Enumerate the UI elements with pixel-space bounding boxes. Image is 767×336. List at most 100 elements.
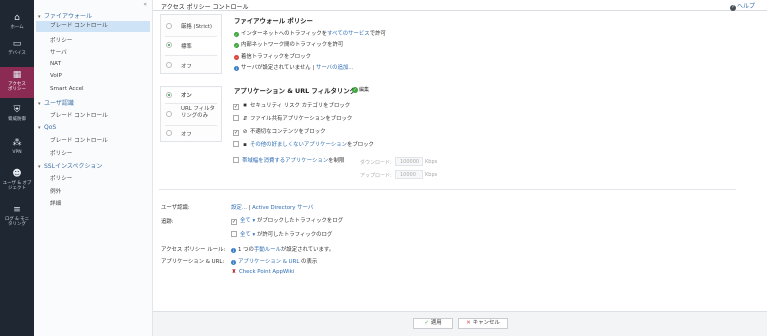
tree-item-ssl-advanced[interactable]: 詳細 xyxy=(50,199,61,207)
firewall-option-standard[interactable]: 標準 xyxy=(161,37,221,54)
manual-rules-link[interactable]: 手動ルール xyxy=(254,247,281,253)
firewall-rule-internal: ✓ 内部ネットワーク間のトラフィックを許可 xyxy=(234,40,343,48)
app-url-link[interactable]: アプリケーション & URL xyxy=(238,259,299,265)
divider xyxy=(159,189,736,190)
appurl-item-bandwidth[interactable]: 帯域幅を消費するアプリケーションを制限 xyxy=(233,156,344,164)
checkbox[interactable] xyxy=(233,115,239,121)
checkbox[interactable] xyxy=(233,157,239,163)
radio[interactable] xyxy=(166,23,172,29)
appurl-item-file-sharing[interactable]: ⇵ ファイル共有アプリケーションをブロック xyxy=(233,114,352,122)
firewall-rule-servers: i サーバが設定されていません | サーバの追加... xyxy=(234,63,353,71)
appurl-item-label: をブロック xyxy=(346,142,374,148)
tree-item-servers[interactable]: サーバ xyxy=(50,48,67,56)
tree-item-ssl-policy[interactable]: ポリシー xyxy=(50,174,72,182)
tracking-blocked[interactable]: ✓ 全て ▾ がブロックしたトラフィックをログ xyxy=(231,216,343,225)
rail-item-devices[interactable]: ▭ デバイス xyxy=(0,40,34,64)
other-apps-link[interactable]: その他の好ましくないアプリケーション xyxy=(250,142,347,148)
rail-item-access-policy[interactable]: ▦ アクセス ポリシー xyxy=(0,67,34,98)
app-url-value: i アプリケーション & URL の表示 xyxy=(231,257,317,265)
appwiki-link[interactable]: Check Point AppWiki xyxy=(239,269,294,275)
appurl-option-on[interactable]: オン xyxy=(161,88,221,102)
upload-unit: Kbps xyxy=(425,172,438,178)
dropdown-value: 全て xyxy=(240,232,251,238)
help-link[interactable]: ? ヘルプ xyxy=(729,1,755,11)
rail-label-logs: ログ & モニタリング xyxy=(4,217,30,227)
tree-nav: « ▾ ファイアウォール ブレード コントロール ポリシー サーバ NAT VoI… xyxy=(34,0,153,336)
rule-text: 内部ネットワーク間のトラフィックを許可 xyxy=(241,42,344,48)
home-icon: ⌂ xyxy=(14,13,20,23)
edit-label: 編集 xyxy=(359,87,370,93)
device-icon: ▭ xyxy=(12,39,22,49)
allow-icon: ✓ xyxy=(234,31,239,37)
tracking-label: 追跡: xyxy=(161,219,174,225)
tree-item-nat[interactable]: NAT xyxy=(50,61,61,67)
appurl-option-label: URL フィルタリングのみ xyxy=(181,106,215,119)
appurl-item-security-risk[interactable]: ✓ ✸ セキュリティ リスク カテゴリをブロック xyxy=(233,101,350,110)
checkbox-checked[interactable]: ✓ xyxy=(233,104,239,110)
rail-label-devices: デバイス xyxy=(8,51,26,56)
rail-item-vpn[interactable]: ⁂ VPN xyxy=(0,139,34,159)
rail-item-users[interactable]: ☻ ユーザ & オブジェクト xyxy=(0,170,34,194)
tree-item-ssl-exceptions[interactable]: 例外 xyxy=(50,187,61,195)
collapse-icon[interactable]: « xyxy=(143,1,147,8)
rules-value: i1 つの手動ルールが設定されています。 xyxy=(231,245,334,253)
rules-label: アクセス ポリシー ルール: xyxy=(161,247,226,253)
tree-group-user-awareness[interactable]: ▾ ユーザ認識 xyxy=(38,98,74,107)
rules-text: 1 つの xyxy=(238,247,254,253)
firewall-option-strict[interactable]: 厳格 (Strict) xyxy=(161,18,221,33)
user-config-link[interactable]: 設定... xyxy=(231,205,247,211)
appurl-item-inappropriate[interactable]: ✓ ⊘ 不適切なコンテンツをブロック xyxy=(233,127,325,136)
firewall-mode-group: 厳格 (Strict) 標準 オフ xyxy=(160,14,222,74)
appurl-mode-group: オン URL フィルタリングのみ オフ xyxy=(160,86,222,142)
appurl-option-url-only[interactable]: URL フィルタリングのみ xyxy=(161,104,221,124)
tree-item-qos-policy[interactable]: ポリシー xyxy=(50,149,72,157)
user-awareness-value: 設定... | Active Directory サーバ xyxy=(231,203,313,211)
tree-item-qos-blade-control[interactable]: ブレード コントロール xyxy=(50,136,108,144)
tree-item-user-blade-control[interactable]: ブレード コントロール xyxy=(50,111,108,119)
firewall-option-label: オフ xyxy=(181,64,192,70)
all-services-link[interactable]: すべてのサービス xyxy=(327,31,370,37)
appurl-item-label: 不適切なコンテンツをブロック xyxy=(250,129,326,135)
download-input[interactable]: 100000 xyxy=(395,157,423,166)
radio[interactable] xyxy=(166,111,172,117)
checkbox[interactable] xyxy=(233,141,239,147)
rail-item-threat[interactable]: ⛨ 脅威防御 xyxy=(0,106,34,128)
radio[interactable] xyxy=(166,62,172,68)
cancel-button[interactable]: ✕ キャンセル xyxy=(458,318,508,329)
tree-group-ssl[interactable]: ▾ SSLインスペクション xyxy=(38,161,102,170)
radio-selected[interactable] xyxy=(166,92,172,98)
block-icon: – xyxy=(234,54,239,60)
ad-server-link[interactable]: Active Directory サーバ xyxy=(252,205,313,211)
checkbox-checked[interactable]: ✓ xyxy=(233,130,239,136)
rail-item-logs[interactable]: ≡ ログ & モニタリング xyxy=(0,206,34,230)
tree-item-smart-accel[interactable]: Smart Accel xyxy=(50,86,84,92)
firewall-option-off[interactable]: オフ xyxy=(161,57,221,72)
edit-button[interactable]: ✓ 編集 xyxy=(352,86,369,93)
appurl-item-other[interactable]: ▪ その他の好ましくないアプリケーションをブロック xyxy=(233,140,374,148)
tree-group-qos[interactable]: ▾ QoS xyxy=(38,124,56,131)
bandwidth-apps-link[interactable]: 帯域幅を消費するアプリケーション xyxy=(242,158,328,164)
tree-item-blade-control[interactable]: ブレード コントロール xyxy=(36,21,150,32)
checkbox[interactable] xyxy=(231,231,237,237)
checkbox-checked[interactable]: ✓ xyxy=(231,219,237,225)
inappropriate-icon: ⊘ xyxy=(242,129,248,135)
info-icon: i xyxy=(231,259,236,265)
info-icon: i xyxy=(231,247,236,253)
track-blocked-dropdown[interactable]: 全て ▾ xyxy=(240,218,255,224)
tree-item-voip[interactable]: VoIP xyxy=(50,73,62,79)
tree-item-policy[interactable]: ポリシー xyxy=(50,36,72,44)
tracking-allowed[interactable]: 全て ▾ が許可したトラフィックのログ xyxy=(231,230,332,238)
rail-label-threat: 脅威防御 xyxy=(8,117,26,122)
apply-button[interactable]: ✓ 適用 xyxy=(413,318,453,329)
add-server-link[interactable]: サーバの追加... xyxy=(316,65,353,71)
rail-label-access-policy: アクセス ポリシー xyxy=(8,82,26,92)
rail-item-home[interactable]: ⌂ ホーム xyxy=(0,14,34,34)
radio[interactable] xyxy=(166,130,172,136)
tree-group-firewall[interactable]: ▾ ファイアウォール xyxy=(38,11,92,20)
radio-selected[interactable] xyxy=(166,42,172,48)
track-allowed-dropdown[interactable]: 全て ▾ xyxy=(240,232,255,238)
upload-input[interactable]: 10000 xyxy=(395,170,423,179)
appurl-option-off[interactable]: オフ xyxy=(161,126,221,141)
rule-text: インターネットへのトラフィックを xyxy=(241,31,328,37)
rail-label-users: ユーザ & オブジェクト xyxy=(2,181,32,191)
